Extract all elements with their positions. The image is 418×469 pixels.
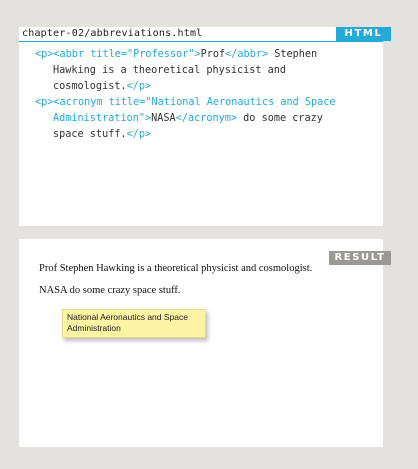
- code-tag: </abbr>: [225, 49, 269, 60]
- code-block: <p><abbr title="Professor">Prof</abbr> S…: [35, 47, 336, 143]
- code-text: Stephen: [268, 49, 318, 60]
- code-line: space stuff.</p>: [35, 127, 336, 143]
- code-tag: <p>: [35, 97, 54, 108]
- code-text: Hawking is a theoretical physicist and: [53, 65, 287, 76]
- code-line: cosmologist.</p>: [35, 79, 336, 95]
- result-paragraph-2: NASA do some crazy space stuff.: [39, 285, 181, 296]
- code-text: do some crazy: [237, 113, 323, 124]
- code-tag: <p>: [35, 49, 54, 60]
- acronym-tooltip: National Aeronautics and Space Administr…: [62, 309, 206, 338]
- result-badge: RESULT: [329, 251, 391, 265]
- code-tag: Administration">: [53, 113, 152, 124]
- html-badge: HTML: [336, 27, 391, 41]
- result-paragraph-1: Prof Stephen Hawking is a theoretical ph…: [39, 263, 313, 274]
- code-line: Administration">NASA</acronym> do some c…: [35, 111, 336, 127]
- code-line: <p><abbr title="Professor">Prof</abbr> S…: [35, 47, 336, 63]
- code-tag: </p>: [126, 129, 152, 140]
- code-line: <p><acronym title="National Aeronautics …: [35, 95, 336, 111]
- code-tag: </acronym>: [175, 113, 238, 124]
- code-text: space stuff.: [53, 129, 127, 140]
- code-tag: <acronym title="National Aeronautics and…: [53, 97, 336, 108]
- code-tag: <abbr title="Professor">: [53, 49, 201, 60]
- code-line: Hawking is a theoretical physicist and: [35, 63, 336, 79]
- code-text: Prof: [200, 49, 226, 60]
- code-text: NASA: [151, 113, 176, 124]
- code-text: cosmologist.: [53, 81, 127, 92]
- code-header-rule: [19, 41, 383, 42]
- code-filename: chapter-02/abbreviations.html: [22, 28, 203, 39]
- code-tag: </p>: [126, 81, 152, 92]
